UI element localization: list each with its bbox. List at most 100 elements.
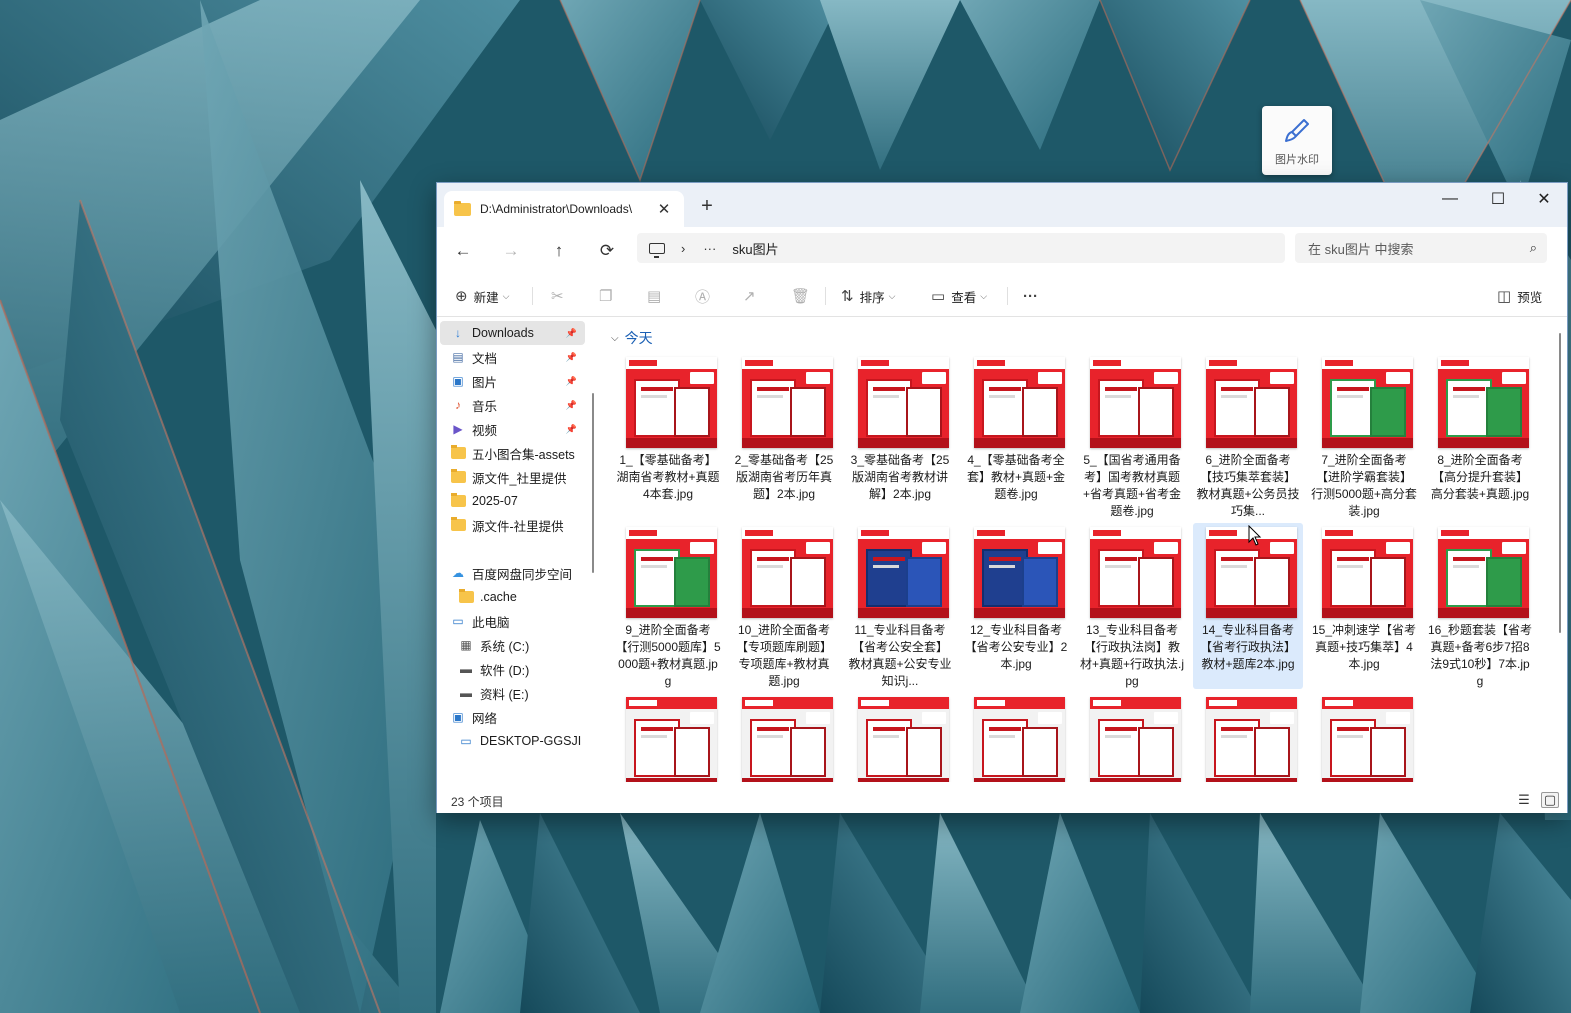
navigation-scrollbar[interactable] <box>592 393 594 573</box>
delete-button[interactable]: 🗑 <box>783 280 824 312</box>
view-label: 查看 <box>951 290 977 305</box>
group-header-today[interactable]: ⌵ 今天 <box>611 328 653 348</box>
file-item[interactable]: 9_进阶全面备考【行测5000题库】5000题+教材真题.jpg <box>613 523 723 689</box>
paste-button[interactable]: ▤ <box>639 280 675 312</box>
file-item[interactable]: 15_冲刺速学【省考真题+技巧集萃】4本.jpg <box>1309 523 1419 689</box>
maximize-button[interactable]: ☐ <box>1475 183 1521 215</box>
file-item[interactable] <box>845 693 955 782</box>
file-name: 13_专业科目备考【行政执法岗】教材+真题+行政执法.jpg <box>1079 623 1185 688</box>
file-thumbnail <box>974 697 1065 782</box>
breadcrumb-more-button[interactable]: ··· <box>703 241 716 256</box>
file-item[interactable]: 2_零基础备考【25版湖南省考历年真题】2本.jpg <box>729 353 839 519</box>
view-button[interactable]: ▭ 查看 ⌵ <box>923 280 995 312</box>
copy-button[interactable]: ❐ <box>591 280 626 312</box>
sidebar-item-15[interactable]: ▣ 网络 <box>440 705 585 729</box>
pin-icon: 📌 <box>565 423 577 434</box>
refresh-button[interactable]: ⟳ <box>593 237 621 265</box>
folder-icon <box>454 200 471 216</box>
status-bar: 23 个项目 ☰ ▢ <box>437 787 1567 813</box>
file-item[interactable]: 5_【国省考通用备考】国考教材真题+省考真题+省考金题卷.jpg <box>1077 353 1187 519</box>
sidebar-item-9[interactable]: ☁ 百度网盘同步空间 <box>440 561 585 585</box>
file-item[interactable]: 12_专业科目备考【省考公安专业】2本.jpg <box>961 523 1071 689</box>
file-item[interactable]: 10_进阶全面备考【专项题库刷题】专项题库+教材真题.jpg <box>729 523 839 689</box>
up-button[interactable]: ↑ <box>545 237 573 265</box>
mouse-cursor-icon <box>1248 525 1262 546</box>
breadcrumb-current[interactable]: sku图片 <box>732 239 778 258</box>
file-thumbnail <box>1322 697 1413 782</box>
sidebar-item-8[interactable]: 源文件-社里提供 <box>440 513 585 537</box>
file-item[interactable] <box>729 693 839 782</box>
file-name: 8_进阶全面备考【高分提升套装】高分套装+真题.jpg <box>1430 453 1530 501</box>
file-item[interactable]: 7_进阶全面备考【进阶学霸套装】行测5000题+高分套装.jpg <box>1309 353 1419 519</box>
new-button[interactable]: ⊕ 新建 ⌵ <box>447 280 517 312</box>
sidebar-item-label: DESKTOP-GGSJI <box>480 734 582 748</box>
search-input[interactable]: 在 sku图片 中搜索 ⌕ <box>1295 233 1547 263</box>
file-thumbnail <box>1206 357 1297 448</box>
sidebar-item-7[interactable]: 2025-07 <box>440 489 585 513</box>
sidebar-item-13[interactable]: ▬ 软件 (D:) <box>440 657 585 681</box>
item-count: 23 个项目 <box>451 795 504 809</box>
file-item[interactable]: 11_专业科目备考【省考公安全套】教材真题+公安专业知识j... <box>845 523 955 689</box>
toolbar-divider <box>825 287 826 305</box>
file-name: 1_【零基础备考】湖南省考教材+真题4本套.jpg <box>616 453 720 501</box>
sidebar-item-2[interactable]: ▣ 图片 📌 <box>440 369 585 393</box>
share-button[interactable]: ↗ <box>735 280 770 312</box>
trash-icon: 🗑 <box>791 288 811 305</box>
sidebar-item-3[interactable]: ♪ 音乐 📌 <box>440 393 585 417</box>
sidebar-item-label: 软件 (D:) <box>480 663 530 678</box>
address-row: ← → ↑ ⟳ › ··· sku图片 在 sku图片 中搜索 ⌕ <box>437 227 1567 275</box>
more-options-button[interactable]: ··· <box>1015 280 1052 312</box>
file-item[interactable]: 14_专业科目备考【省考行政执法】教材+题库2本.jpg <box>1193 523 1303 689</box>
file-item[interactable]: 13_专业科目备考【行政执法岗】教材+真题+行政执法.jpg <box>1077 523 1187 689</box>
rename-button[interactable]: Ⓐ <box>687 280 724 312</box>
file-list-scrollbar[interactable] <box>1559 333 1561 633</box>
file-item[interactable]: 1_【零基础备考】湖南省考教材+真题4本套.jpg <box>613 353 723 519</box>
sidebar-item-6[interactable]: 源文件_社里提供 <box>440 465 585 489</box>
chevron-down-icon: ⌵ <box>980 290 988 301</box>
tab-title: D:\Administrator\Downloads\ <box>480 202 633 216</box>
minimize-button[interactable]: — <box>1427 183 1473 215</box>
file-thumbnail <box>1322 357 1413 448</box>
download-icon: ↓ <box>455 326 461 340</box>
file-item[interactable] <box>961 693 1071 782</box>
file-item[interactable] <box>613 693 723 782</box>
sidebar-item-12[interactable]: ▦ 系统 (C:) <box>440 633 585 657</box>
clipboard-icon: ▤ <box>647 288 662 305</box>
cut-button[interactable]: ✂ <box>543 280 578 312</box>
address-bar[interactable]: › ··· sku图片 <box>637 233 1285 263</box>
forward-button[interactable]: → <box>497 237 525 265</box>
file-item[interactable]: 6_进阶全面备考【技巧集萃套装】教材真题+公务员技巧集... <box>1193 353 1303 519</box>
sidebar-item-1[interactable]: ▤ 文档 📌 <box>440 345 585 369</box>
file-item[interactable] <box>1193 693 1303 782</box>
toolbar-divider <box>532 287 533 305</box>
tab-downloads[interactable]: D:\Administrator\Downloads\ ✕ <box>444 191 684 227</box>
file-item[interactable]: 8_进阶全面备考【高分提升套装】高分套装+真题.jpg <box>1425 353 1535 519</box>
preview-pane-button[interactable]: ◫ 预览 <box>1489 280 1550 312</box>
back-button[interactable]: ← <box>449 237 477 265</box>
file-thumbnail <box>1206 697 1297 782</box>
watermark-widget[interactable]: 图片水印 <box>1262 106 1332 175</box>
sidebar-item-14[interactable]: ▬ 资料 (E:) <box>440 681 585 705</box>
sidebar-item-label: 此电脑 <box>472 615 510 630</box>
file-item[interactable] <box>1077 693 1187 782</box>
file-item[interactable]: 16_秒题套装【省考真题+备考6步7招8法9式10秒】7本.jpg <box>1425 523 1535 689</box>
close-button[interactable]: ✕ <box>1521 183 1567 215</box>
sidebar-item-11[interactable]: ▭ 此电脑 <box>440 609 585 633</box>
sidebar-item-0[interactable]: ↓ Downloads 📌 <box>440 321 585 345</box>
toolbar-divider <box>1007 287 1008 305</box>
new-tab-button[interactable]: + <box>695 195 719 218</box>
sidebar-item-10[interactable]: .cache <box>440 585 585 609</box>
folder-icon <box>450 493 466 509</box>
file-item[interactable]: 3_零基础备考【25版湖南省考教材讲解】2本.jpg <box>845 353 955 519</box>
sidebar-item-16[interactable]: ▭ DESKTOP-GGSJI <box>440 729 585 753</box>
tiles-view-icon[interactable]: ▢ <box>1541 792 1559 808</box>
sidebar-item-label: Downloads <box>472 326 534 340</box>
sidebar-item-4[interactable]: ▶ 视频 📌 <box>440 417 585 441</box>
file-thumbnail <box>742 357 833 448</box>
file-item[interactable]: 4_【零基础备考全套】教材+真题+金题卷.jpg <box>961 353 1071 519</box>
tab-close-icon[interactable]: ✕ <box>654 200 674 218</box>
sidebar-item-5[interactable]: 五小图合集-assets <box>440 441 585 465</box>
sort-button[interactable]: ⇅ 排序 ⌵ <box>833 280 903 312</box>
file-item[interactable] <box>1309 693 1419 782</box>
details-view-icon[interactable]: ☰ <box>1515 792 1533 808</box>
